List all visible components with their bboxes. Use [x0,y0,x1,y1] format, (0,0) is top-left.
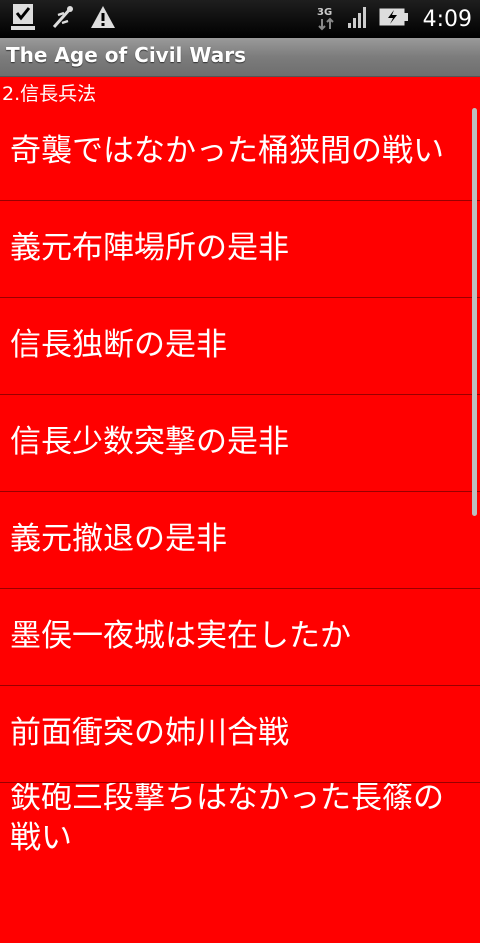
scrollbar[interactable] [472,108,477,516]
app-title-bar: The Age of Civil Wars [0,38,480,77]
list-item-label: 信長独断の是非 [10,327,227,363]
topic-list: 奇襲ではなかった桶狭間の戦い 義元布陣場所の是非 信長独断の是非 信長少数突撃の… [0,104,480,943]
usb-debug-icon [50,3,76,35]
warning-icon [90,4,116,34]
section-header: 2.信長兵法 [2,83,97,105]
system-icons: 3G 4:09 [315,0,472,38]
battery-charging-icon [379,7,409,31]
list-item[interactable]: 信長少数突撃の是非 [0,395,480,492]
status-bar: 3G 4:09 [0,0,480,38]
notification-icons [10,4,116,34]
list-item[interactable]: 墨俣一夜城は実在したか [0,589,480,686]
app-title: The Age of Civil Wars [6,43,246,67]
list-item-label: 奇襲ではなかった桶狭間の戦い [10,133,444,169]
signal-strength-icon [347,5,369,33]
download-complete-icon [10,2,36,36]
list-item-label: 信長少数突撃の是非 [10,424,289,460]
list-item[interactable]: 義元布陣場所の是非 [0,201,480,298]
list-item[interactable]: 信長独断の是非 [0,298,480,395]
list-item-label: 義元布陣場所の是非 [10,230,289,266]
list-item-label: 墨俣一夜城は実在したか [10,618,351,654]
list-item-label: 前面衝突の姉川合戦 [10,715,289,751]
clock: 4:09 [422,6,472,32]
list-item[interactable]: 義元撤退の是非 [0,492,480,589]
list-item-label: 義元撤退の是非 [10,521,227,557]
list-item[interactable]: 前面衝突の姉川合戦 [0,686,480,783]
list-item[interactable]: 鉄砲三段撃ちはなかった長篠の戦い [0,783,480,943]
network-3g-icon: 3G [315,3,337,35]
svg-text:3G: 3G [317,7,332,18]
list-item[interactable]: 奇襲ではなかった桶狭間の戦い [0,104,480,201]
list-item-label: 鉄砲三段撃ちはなかった長篠の戦い [10,783,444,856]
